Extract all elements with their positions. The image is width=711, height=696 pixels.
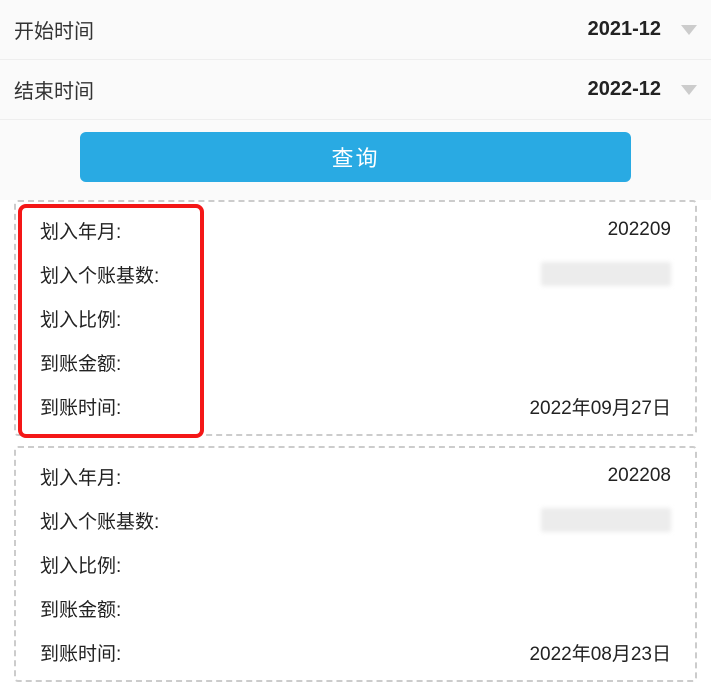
value-month: 202209 xyxy=(608,219,671,241)
end-date-value: 2022-12 xyxy=(588,78,661,101)
filter-row-end[interactable]: 结束时间 2022-12 xyxy=(0,60,711,120)
label-arrive: 到账时间: xyxy=(40,639,121,666)
value-base-redacted xyxy=(541,508,671,532)
value-arrive: 2022年09月27日 xyxy=(529,393,671,420)
query-button[interactable]: 查询 xyxy=(80,132,631,182)
button-row: 查询 xyxy=(0,120,711,200)
kv-ratio: 划入比例: xyxy=(40,542,671,586)
value-base-redacted xyxy=(541,262,671,286)
label-arrive: 到账时间: xyxy=(40,393,121,420)
kv-amount: 到账金额: xyxy=(40,586,671,630)
chevron-down-icon xyxy=(681,25,697,35)
label-amount: 到账金额: xyxy=(40,349,121,376)
kv-arrive: 到账时间: 2022年09月27日 xyxy=(40,384,671,428)
label-month: 划入年月: xyxy=(40,463,121,490)
kv-base: 划入个账基数: xyxy=(40,498,671,542)
record-card: 划入年月: 202209 划入个账基数: 划入比例: 到账金额: 到账时间: 2… xyxy=(14,200,697,436)
end-date-label: 结束时间 xyxy=(14,75,588,104)
value-month: 202208 xyxy=(608,465,671,487)
results-area: 划入年月: 202209 划入个账基数: 划入比例: 到账金额: 到账时间: 2… xyxy=(0,200,711,682)
start-date-label: 开始时间 xyxy=(14,15,588,44)
label-ratio: 划入比例: xyxy=(40,305,121,332)
kv-arrive: 到账时间: 2022年08月23日 xyxy=(40,630,671,674)
filter-row-start[interactable]: 开始时间 2021-12 xyxy=(0,0,711,60)
kv-amount: 到账金额: xyxy=(40,340,671,384)
end-date-select[interactable]: 2022-12 xyxy=(588,78,697,101)
value-arrive: 2022年08月23日 xyxy=(529,639,671,666)
label-ratio: 划入比例: xyxy=(40,551,121,578)
kv-month: 划入年月: 202208 xyxy=(40,454,671,498)
record-card: 划入年月: 202208 划入个账基数: 划入比例: 到账金额: 到账时间: 2… xyxy=(14,446,697,682)
kv-month: 划入年月: 202209 xyxy=(40,208,671,252)
label-month: 划入年月: xyxy=(40,217,121,244)
kv-ratio: 划入比例: xyxy=(40,296,671,340)
chevron-down-icon xyxy=(681,85,697,95)
label-base: 划入个账基数: xyxy=(40,261,159,288)
start-date-value: 2021-12 xyxy=(588,18,661,41)
kv-base: 划入个账基数: xyxy=(40,252,671,296)
start-date-select[interactable]: 2021-12 xyxy=(588,18,697,41)
label-amount: 到账金额: xyxy=(40,595,121,622)
label-base: 划入个账基数: xyxy=(40,507,159,534)
